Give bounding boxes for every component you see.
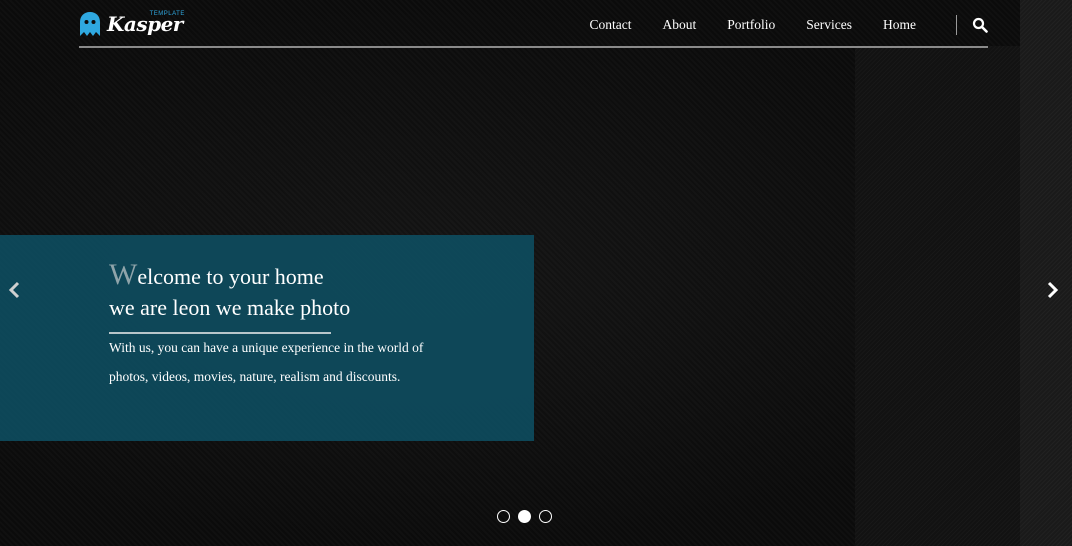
carousel-dot-3[interactable] bbox=[539, 510, 552, 523]
chevron-left-icon[interactable] bbox=[7, 280, 23, 300]
nav-item-about[interactable]: About bbox=[663, 17, 697, 33]
carousel-indicators bbox=[497, 510, 552, 523]
nav-divider bbox=[956, 15, 957, 35]
carousel-dot-2[interactable] bbox=[518, 510, 531, 523]
logo[interactable]: Kasper TEMPLATE bbox=[79, 8, 185, 40]
main-nav: Contact About Portfolio Services Home bbox=[590, 17, 917, 33]
logo-wordmark: Kasper TEMPLATE bbox=[107, 10, 185, 38]
carousel-dot-1[interactable] bbox=[497, 510, 510, 523]
ghost-icon bbox=[79, 11, 101, 37]
background-panel bbox=[855, 46, 1020, 546]
title-drop-letter: W bbox=[109, 258, 138, 291]
brand-tag: TEMPLATE bbox=[149, 11, 185, 17]
nav-item-home[interactable]: Home bbox=[883, 17, 916, 33]
nav-item-contact[interactable]: Contact bbox=[590, 17, 632, 33]
slide-description: With us, you can have a unique experienc… bbox=[109, 340, 424, 384]
nav-item-portfolio[interactable]: Portfolio bbox=[727, 17, 775, 33]
chevron-right-icon[interactable] bbox=[1044, 280, 1060, 300]
search-icon[interactable] bbox=[972, 17, 988, 33]
slide-caption: Welcome to your home we are leon we make… bbox=[0, 235, 534, 441]
slide-title: Welcome to your home we are leon we make… bbox=[109, 259, 509, 323]
background-panel-edge bbox=[1020, 0, 1072, 546]
nav-item-services[interactable]: Services bbox=[806, 17, 852, 33]
site-header: Kasper TEMPLATE Contact About Portfolio … bbox=[79, 0, 988, 48]
hero-slider: Kasper TEMPLATE Contact About Portfolio … bbox=[0, 0, 1072, 546]
title-line-1: elcome to your home bbox=[137, 264, 324, 289]
title-line-2: we are leon we make photo bbox=[109, 295, 351, 320]
